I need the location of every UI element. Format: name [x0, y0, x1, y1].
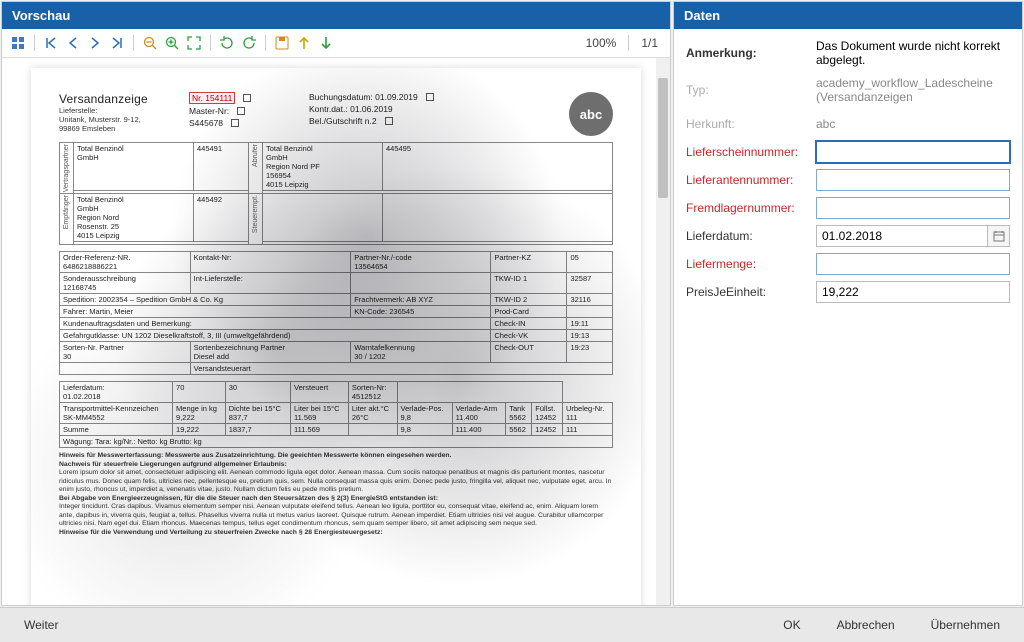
liefermenge-label: Liefermenge:: [686, 257, 816, 271]
lieferscheinnr-input[interactable]: [816, 141, 1010, 163]
rotate-left-icon[interactable]: [217, 33, 237, 53]
annotation-label: Anmerkung:: [686, 46, 816, 60]
fremdlagernr-label: Fremdlagernummer:: [686, 201, 816, 215]
arrow-down-icon[interactable]: [316, 33, 336, 53]
weiter-button[interactable]: Weiter: [10, 614, 72, 636]
lieferdatum-input[interactable]: [816, 225, 988, 247]
preview-title: Vorschau: [2, 2, 670, 29]
lieferdatum-label: Lieferdatum:: [686, 229, 816, 243]
doc-title: Versandanzeige: [59, 92, 179, 106]
calendar-icon[interactable]: [988, 225, 1010, 247]
rotate-right-icon[interactable]: [239, 33, 259, 53]
first-page-icon[interactable]: [41, 33, 61, 53]
document-page: Versandanzeige Lieferstelle: Unitank, Mu…: [31, 68, 641, 605]
footer-bar: Weiter OK Abbrechen Übernehmen: [0, 607, 1024, 642]
preis-input[interactable]: [816, 281, 1010, 303]
preview-scrollbar[interactable]: [656, 58, 670, 605]
page-indicator: 1/1: [635, 36, 664, 50]
preview-toolbar: 100% 1/1: [2, 29, 670, 58]
lieferantennr-label: Lieferantennummer:: [686, 173, 816, 187]
thumbnails-icon[interactable]: [8, 33, 28, 53]
lieferscheinnr-label: Lieferscheinnummer:: [686, 145, 816, 159]
zoom-in-icon[interactable]: [162, 33, 182, 53]
data-title: Daten: [674, 2, 1022, 29]
prev-page-icon[interactable]: [63, 33, 83, 53]
typ-value: academy_workflow_Ladescheine (Versandanz…: [816, 73, 1010, 107]
save-doc-icon[interactable]: [272, 33, 292, 53]
preis-label: PreisJeEinheit:: [686, 285, 816, 299]
doc-delivery-table: Lieferdatum:01.02.20187030VersteuertSort…: [59, 381, 613, 448]
doc-address-table: Vertragspartner Total BenzinölGmbH 44549…: [59, 142, 613, 245]
ok-button[interactable]: OK: [769, 614, 814, 636]
typ-label: Typ:: [686, 83, 816, 97]
last-page-icon[interactable]: [107, 33, 127, 53]
liefermenge-input[interactable]: [816, 253, 1010, 275]
abbrechen-button[interactable]: Abbrechen: [823, 614, 909, 636]
next-page-icon[interactable]: [85, 33, 105, 53]
preview-viewport[interactable]: Versandanzeige Lieferstelle: Unitank, Mu…: [2, 58, 670, 605]
uebernehmen-button[interactable]: Übernehmen: [917, 614, 1014, 636]
preview-panel: Vorschau 100%: [1, 1, 671, 606]
doc-detail-table: Order-Referenz-NR.6486218886221Kontakt-N…: [59, 251, 613, 375]
zoom-out-icon[interactable]: [140, 33, 160, 53]
lieferantennr-input[interactable]: [816, 169, 1010, 191]
herkunft-label: Herkunft:: [686, 117, 816, 131]
fremdlagernr-input[interactable]: [816, 197, 1010, 219]
abc-logo: abc: [569, 92, 613, 136]
arrow-up-icon[interactable]: [294, 33, 314, 53]
fit-screen-icon[interactable]: [184, 33, 204, 53]
herkunft-value: abc: [816, 114, 1010, 134]
zoom-level: 100%: [580, 36, 623, 50]
annotation-value: Das Dokument wurde nicht korrekt abgeleg…: [816, 39, 1010, 67]
data-panel: Daten Anmerkung: Das Dokument wurde nich…: [673, 1, 1023, 606]
